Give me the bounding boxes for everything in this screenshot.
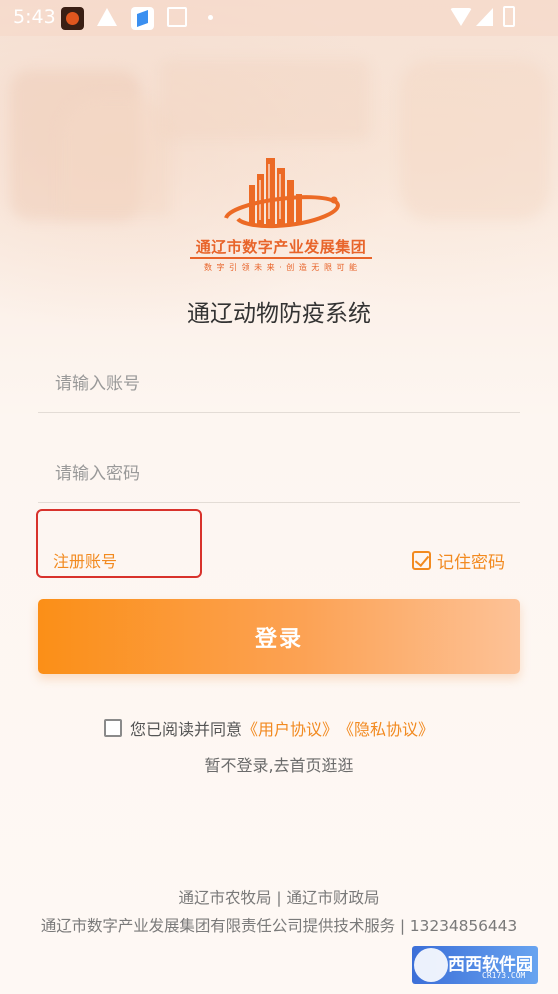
password-input[interactable] xyxy=(53,456,497,492)
user-agreement-link[interactable]: 《用户协议》 xyxy=(242,716,338,740)
signal-icon xyxy=(476,8,493,26)
company-slogan: 数 字 引 领 未 来 · 创 造 无 限 可 能 xyxy=(203,263,359,272)
footer-tech-support: 通辽市数字产业发展集团有限责任公司提供技术服务 | 13234856443 xyxy=(40,917,518,935)
logo-divider xyxy=(190,257,372,259)
background-shape xyxy=(160,60,370,140)
login-button[interactable]: 登录 xyxy=(38,599,520,674)
agreement-row: 您已阅读并同意 《用户协议》 《隐私协议》 xyxy=(104,715,434,741)
warning-icon xyxy=(97,8,117,26)
background-shape xyxy=(400,60,550,220)
more-notifications-dot-icon xyxy=(208,15,213,20)
background-shape xyxy=(60,95,170,215)
site-watermark: 西西软件园 CR173.COM xyxy=(412,946,538,984)
app-notification-icon xyxy=(131,7,154,30)
app-notification-icon xyxy=(61,7,84,30)
remember-password-toggle[interactable]: 记住密码 xyxy=(412,548,505,573)
footer-departments: 通辽市农牧局 | 通辽市财政局 xyxy=(178,889,380,907)
remember-password-label: 记住密码 xyxy=(437,552,505,573)
guest-browse-link[interactable]: 暂不登录,去首页逛逛 xyxy=(0,752,558,776)
register-account-link[interactable]: 注册账号 xyxy=(53,548,117,572)
wifi-icon xyxy=(450,8,472,26)
battery-icon xyxy=(503,6,515,27)
password-field xyxy=(38,444,520,503)
privacy-agreement-link[interactable]: 《隐私协议》 xyxy=(338,716,434,740)
watermark-domain: CR173.COM xyxy=(482,971,526,980)
company-name: 通辽市数字产业发展集团 xyxy=(195,238,367,256)
account-input[interactable] xyxy=(53,366,497,402)
image-icon xyxy=(167,7,187,27)
status-time: 5:43 xyxy=(13,6,56,28)
remember-password-checkbox[interactable] xyxy=(412,550,431,570)
account-field xyxy=(38,354,520,413)
status-bar: 5:43 xyxy=(0,0,558,36)
agreement-prefix: 您已阅读并同意 xyxy=(130,720,243,739)
agreement-checkbox[interactable] xyxy=(104,719,122,737)
app-title: 通辽动物防疫系统 xyxy=(187,301,371,327)
watermark-logo-icon xyxy=(414,948,448,982)
